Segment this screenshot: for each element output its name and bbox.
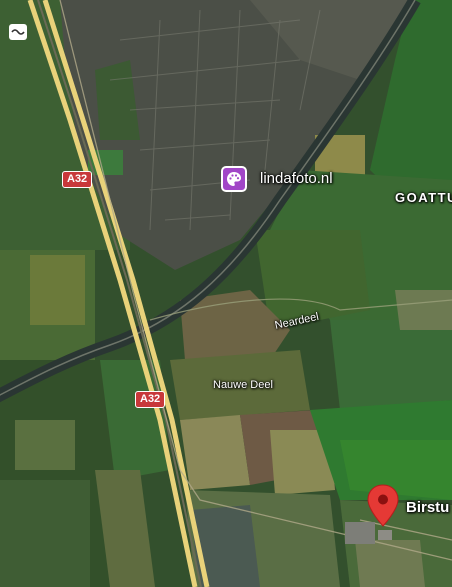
road-shield-a32: A32 [135, 391, 166, 408]
poi-label[interactable]: lindafoto.nl [260, 170, 333, 187]
map-pin-icon[interactable] [366, 484, 400, 528]
place-label-goattum: GOATTU [395, 190, 452, 205]
road-shield-a32: A32 [62, 171, 93, 188]
place-label-nauwe-deel: Nauwe Deel [213, 379, 273, 391]
place-label-birstum: Birstu [406, 499, 450, 516]
map-view[interactable]: A32 A32 lindafoto.nl GOATTU Neardeel Nau… [0, 0, 452, 587]
palette-icon[interactable] [221, 166, 247, 192]
layers-icon[interactable] [9, 24, 27, 40]
